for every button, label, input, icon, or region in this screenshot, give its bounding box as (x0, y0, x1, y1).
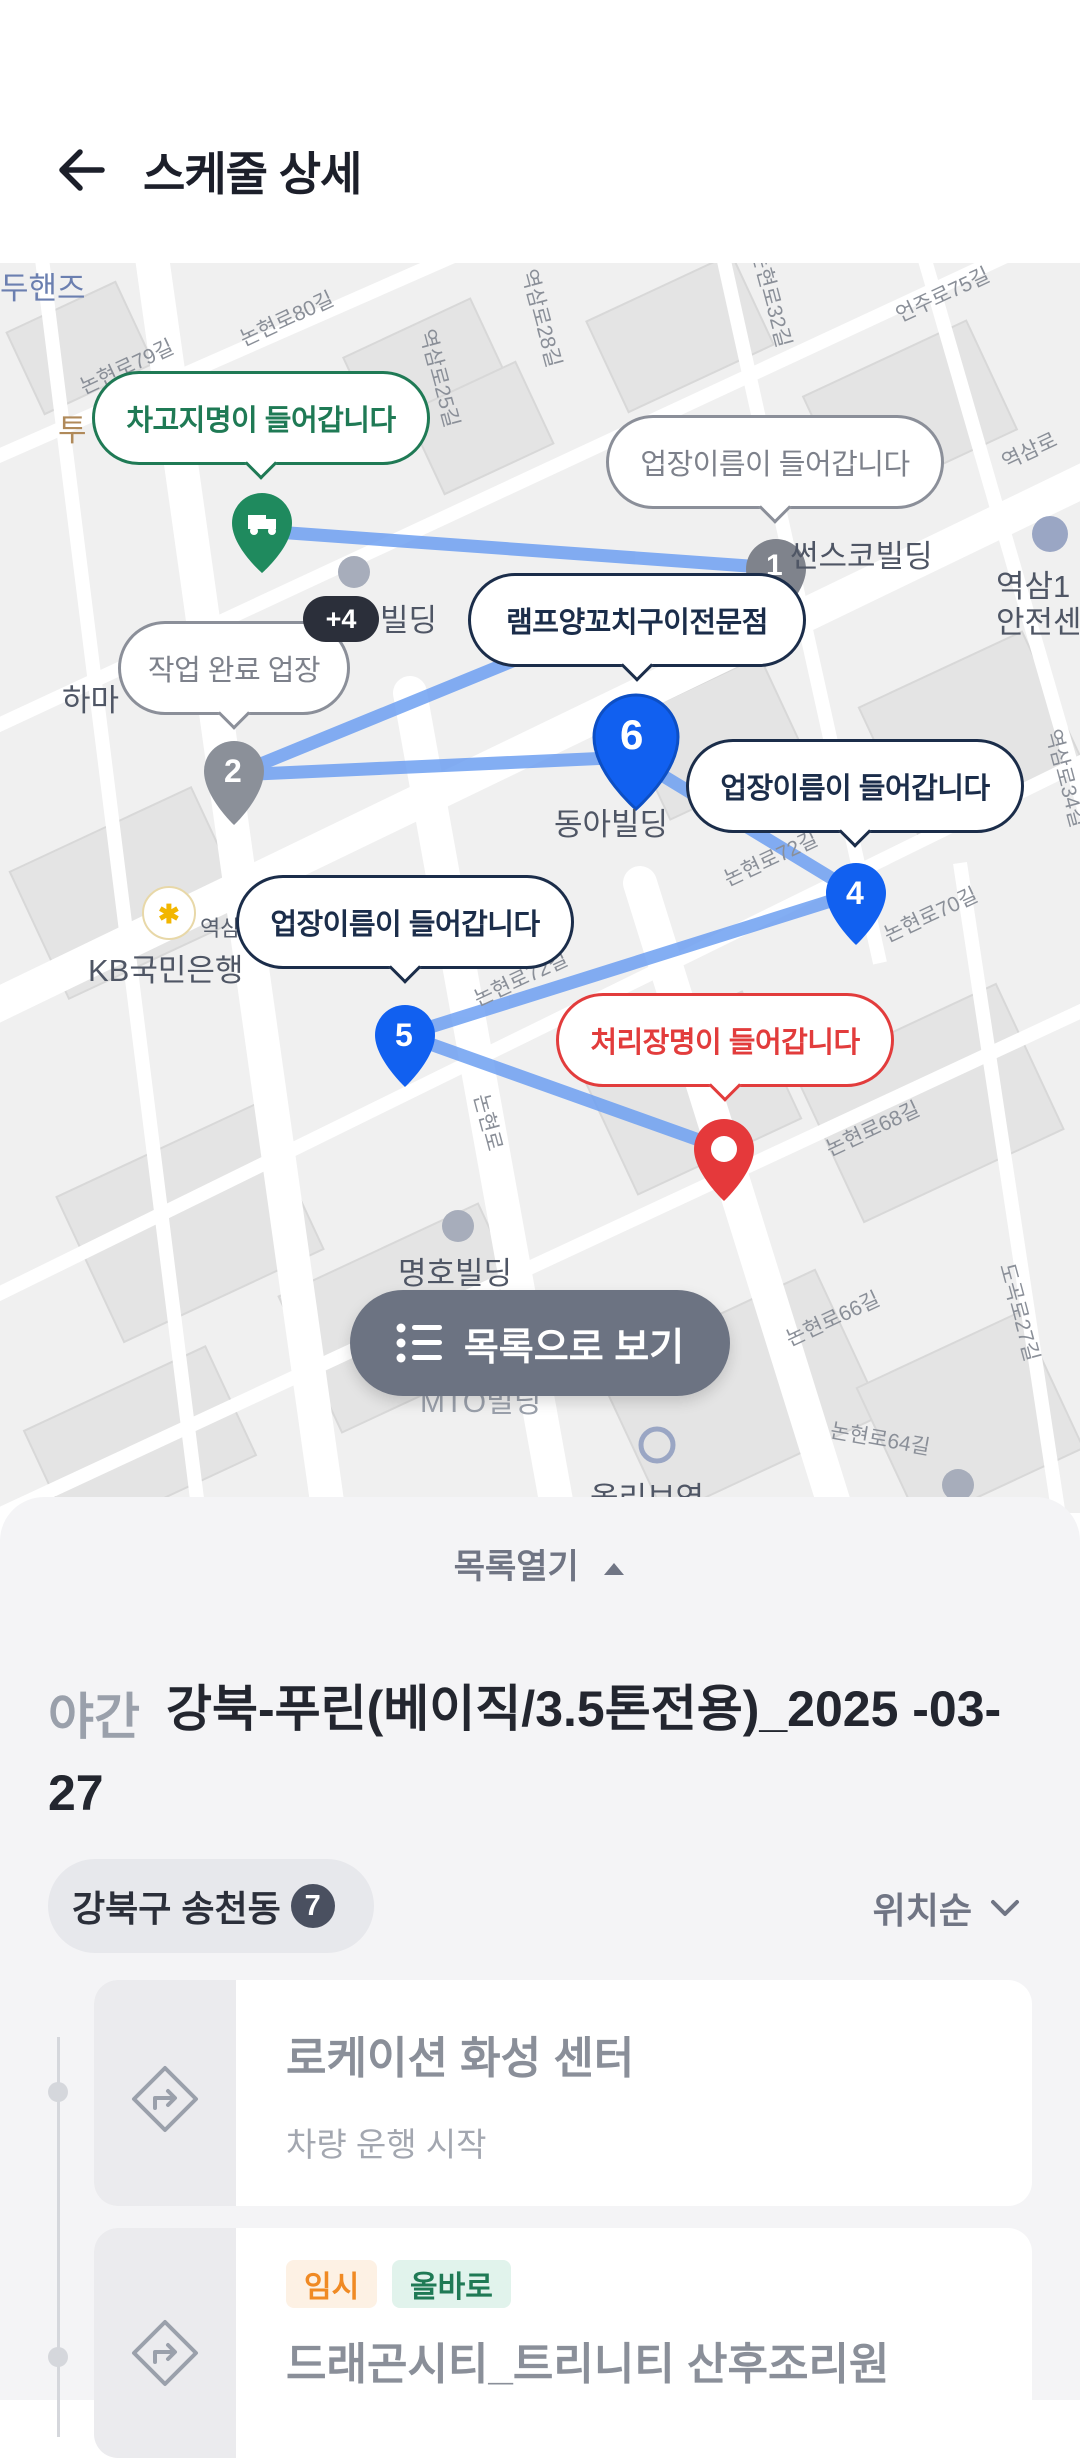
sheet-expand-toggle[interactable]: 목록열기 (0, 1539, 1080, 1588)
list-icon (396, 1323, 442, 1363)
stop-4-callout[interactable]: 업장이름이 들어갑니다 (686, 739, 1024, 833)
app-header: 스케줄 상세 (0, 0, 1080, 263)
map-label-kb: KB국민은행 (88, 953, 244, 988)
card-location-name: 로케이션 화성 센터 (286, 2034, 635, 2083)
area-name: 강북구 송천동 (72, 1888, 281, 1929)
tag-temporary: 임시 (286, 2260, 378, 2308)
stop-5-callout[interactable]: 업장이름이 들어갑니다 (236, 875, 574, 969)
sort-label: 위치순 (872, 1890, 972, 1931)
card-icon-area (94, 1980, 236, 2206)
building-poi-icon (338, 556, 370, 588)
marker-number-4: 4 (846, 875, 864, 911)
map-label-tu: 투 (58, 413, 87, 448)
disposal-callout[interactable]: 처리장명이 들어갑니다 (556, 993, 894, 1087)
building-poi-icon (442, 1210, 474, 1242)
back-arrow-icon[interactable] (52, 140, 112, 200)
turn-right-icon (132, 2066, 198, 2132)
depot-callout[interactable]: 차고지명이 들어갑니다 (92, 371, 430, 465)
page-title: 스케줄 상세 (143, 148, 362, 200)
map-label-anjeon: 안전센 (996, 605, 1080, 640)
timeline-dot (48, 2082, 68, 2102)
sort-dropdown[interactable]: 위치순 (873, 1882, 1020, 1934)
turn-right-icon (132, 2320, 198, 2386)
schedule-card-start[interactable]: 로케이션 화성 센터 차량 운행 시작 (94, 1980, 1032, 2206)
marker-number-2: 2 (224, 753, 242, 789)
bottom-sheet: 목록열기 강북-푸린(베이직/3.5톤전용)_2025 -03-27 야간 강북… (0, 1497, 1080, 2458)
map-label-bilding: 빌딩 (380, 603, 438, 638)
caret-up-icon (604, 1563, 625, 1576)
area-count-badge: 7 (290, 1884, 335, 1928)
cluster-count-badge[interactable]: +4 (303, 596, 379, 642)
sheet-toggle-label: 목록열기 (453, 1548, 579, 1586)
marker-number-5: 5 (395, 1017, 413, 1053)
building-poi-icon (1032, 516, 1068, 552)
map-label-bunsuko: 썬스코빌딩 (790, 539, 933, 574)
map-label-hama: 하마 (62, 683, 120, 718)
map-label-yeok: 역삼 (200, 916, 241, 941)
map-label-myeongho: 명호빌딩 (398, 1256, 513, 1291)
card-location-name: 드래곤시티_트리니티 산후조리원 (286, 2340, 890, 2389)
area-filter-chip[interactable]: 강북구 송천동 7 (48, 1859, 374, 1953)
tag-allbaro: 올바로 (392, 2260, 511, 2308)
shift-label: 야간 (48, 1689, 140, 1745)
map-label-dong-a: 동아빌딩 (554, 807, 669, 842)
schedule-card-stop[interactable]: 임시 올바로 드래곤시티_트리니티 산후조리원 (94, 2228, 1032, 2458)
stop-1-callout[interactable]: 업장이름이 들어갑니다 (606, 415, 944, 509)
chevron-down-icon (991, 1900, 1019, 1916)
timeline-dot (48, 2347, 68, 2367)
card-status-text: 차량 운행 시작 (286, 2126, 487, 2163)
map-label-du: 두핸즈 (0, 271, 86, 306)
list-view-button[interactable]: 목록으로 보기 (350, 1290, 730, 1396)
card-icon-area (94, 2228, 236, 2458)
schedule-title: 강북-푸린(베이직/3.5톤전용)_2025 -03-27 (48, 1681, 1002, 1821)
marker-number-6: 6 (620, 711, 644, 758)
svg-text:✱: ✱ (158, 899, 180, 929)
list-view-label: 목록으로 보기 (463, 1326, 685, 1369)
stop-6-callout[interactable]: 램프양꼬치구이전문점 (468, 573, 806, 667)
